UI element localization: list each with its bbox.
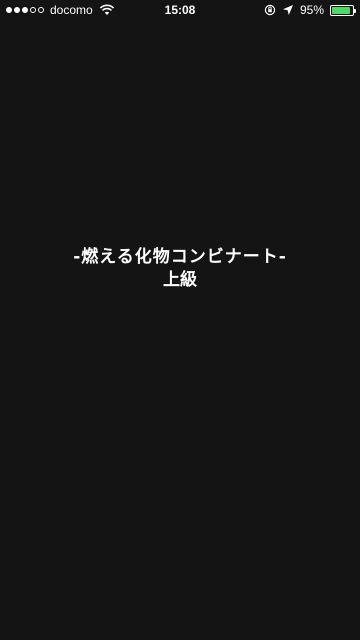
status-right: 95% [264, 3, 356, 17]
location-arrow-icon [282, 4, 294, 16]
status-bar: docomo 15:08 95% [0, 0, 360, 20]
battery-icon [330, 4, 356, 16]
rotation-lock-icon [264, 4, 276, 16]
stage-intro: -燃える化物コンビナート- 上級 [0, 246, 360, 291]
battery-level-fill [332, 6, 351, 14]
battery-tip [354, 8, 356, 13]
battery-percent: 95% [299, 3, 324, 17]
stage-title: -燃える化物コンビナート- [73, 247, 287, 267]
difficulty-label: 上級 [163, 270, 197, 290]
